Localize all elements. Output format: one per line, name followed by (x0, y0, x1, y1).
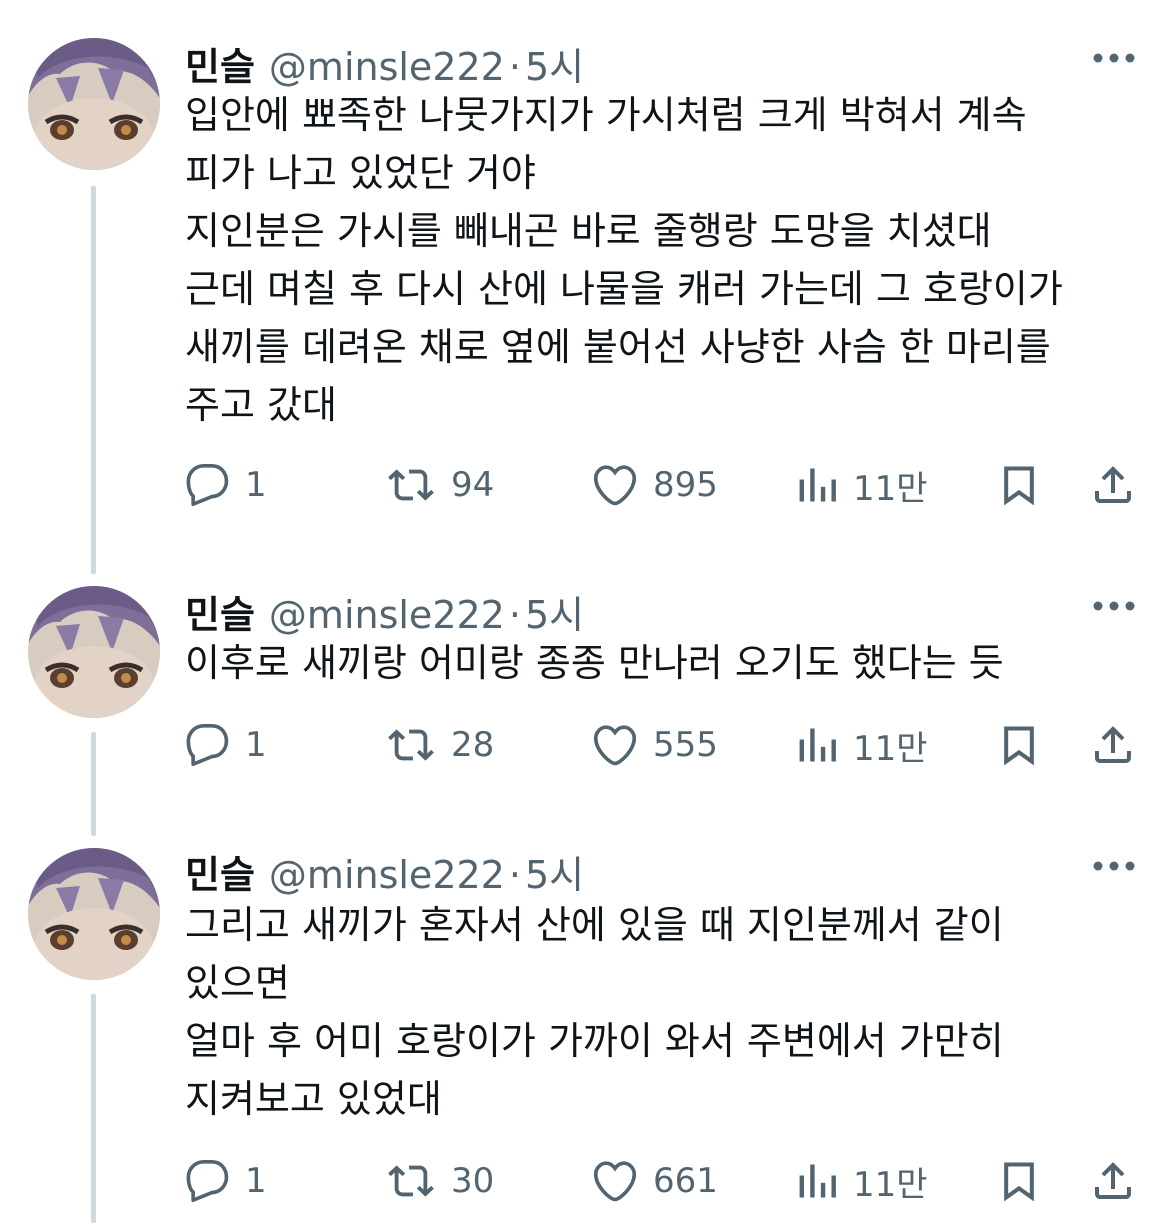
action-bar: 1 28 555 11만 (185, 720, 1140, 770)
avatar[interactable] (28, 38, 160, 170)
heart-icon (591, 462, 639, 508)
reply-count: 1 (245, 1161, 267, 1201)
bookmark-icon (997, 461, 1041, 509)
timestamp[interactable]: 5시 (525, 36, 584, 91)
tweet[interactable]: 민슬 @minsle222 · 5시 입안에 뾰족한 나뭇가지가 가시처럼 크게… (0, 0, 1170, 574)
tweet-text: 이후로 새끼랑 어미랑 종종 만나러 오기도 했다는 듯 (185, 634, 1145, 692)
retweet-icon (385, 1158, 437, 1204)
like-button[interactable]: 555 (591, 720, 718, 770)
bookmark-button[interactable] (997, 720, 1041, 770)
reply-icon (185, 462, 231, 508)
like-count: 555 (653, 725, 718, 765)
avatar[interactable] (28, 586, 160, 718)
retweet-count: 30 (451, 1161, 495, 1201)
view-count: 11만 (853, 728, 928, 769)
timestamp[interactable]: 5시 (525, 584, 584, 639)
tweet-text-line: 지켜보고 있었대 (185, 1077, 442, 1121)
retweet-icon (385, 722, 437, 768)
share-icon (1089, 461, 1137, 509)
tweet[interactable]: 민슬 @minsle222 · 5시 이후로 새끼랑 어미랑 종종 만나러 오기… (0, 560, 1170, 836)
views-icon (795, 723, 839, 767)
share-icon (1089, 1157, 1137, 1205)
tweet-text-line: 주고 갔대 (185, 383, 337, 427)
reply-icon (185, 722, 231, 768)
views-button[interactable]: 11만 (795, 460, 928, 510)
more-options-icon[interactable] (1092, 52, 1136, 64)
reply-button[interactable]: 1 (185, 1156, 267, 1206)
user-handle[interactable]: @minsle222 (269, 45, 505, 89)
share-button[interactable] (1089, 720, 1137, 770)
share-icon (1089, 721, 1137, 769)
reply-button[interactable]: 1 (185, 720, 267, 770)
tweet-text-line: 있으면 (185, 961, 290, 1005)
retweet-button[interactable]: 30 (385, 1156, 494, 1206)
separator-dot: · (508, 853, 521, 897)
bookmark-button[interactable] (997, 460, 1041, 510)
retweet-icon (385, 462, 437, 508)
tweet-text-line: 입안에 뾰족한 나뭇가지가 가시처럼 크게 박혀서 계속 (185, 93, 1027, 137)
display-name[interactable]: 민슬 (185, 584, 255, 639)
tweet-header: 민슬 @minsle222 · 5시 (185, 584, 584, 637)
reply-button[interactable]: 1 (185, 460, 267, 510)
tweet-header: 민슬 @minsle222 · 5시 (185, 844, 584, 897)
like-count: 895 (653, 465, 718, 505)
retweet-count: 94 (451, 465, 495, 505)
tweet-text-line: 근데 며칠 후 다시 산에 나물을 캐러 가는데 그 호랑이가 (185, 267, 1063, 311)
tweet-text-line: 새끼를 데려온 채로 옆에 붙어선 사냥한 사슴 한 마리를 (185, 325, 1051, 369)
view-count: 11만 (853, 1164, 928, 1205)
tweet-header: 민슬 @minsle222 · 5시 (185, 36, 584, 89)
reply-count: 1 (245, 725, 267, 765)
views-icon (795, 1159, 839, 1203)
like-count: 661 (653, 1161, 718, 1201)
separator-dot: · (508, 593, 521, 637)
thread-connector-line (91, 186, 96, 574)
view-count: 11만 (853, 468, 928, 509)
views-button[interactable]: 11만 (795, 1156, 928, 1206)
tweet-text-line: 지인분은 가시를 빼내곤 바로 줄행랑 도망을 치셨대 (185, 209, 992, 253)
user-handle[interactable]: @minsle222 (269, 593, 505, 637)
reply-count: 1 (245, 465, 267, 505)
views-icon (795, 463, 839, 507)
thread-connector-line (91, 994, 96, 1223)
tweet-text-line: 이후로 새끼랑 어미랑 종종 만나러 오기도 했다는 듯 (185, 641, 1004, 685)
tweet[interactable]: 민슬 @minsle222 · 5시 그리고 새끼가 혼자서 산에 있을 때 지… (0, 820, 1170, 1223)
tweet-text-line: 피가 나고 있었단 거야 (185, 151, 536, 195)
views-button[interactable]: 11만 (795, 720, 928, 770)
tweet-text-line: 그리고 새끼가 혼자서 산에 있을 때 지인분께서 같이 (185, 903, 1004, 947)
avatar[interactable] (28, 848, 160, 980)
retweet-button[interactable]: 28 (385, 720, 494, 770)
retweet-button[interactable]: 94 (385, 460, 494, 510)
display-name[interactable]: 민슬 (185, 36, 255, 91)
heart-icon (591, 1158, 639, 1204)
tweet-text: 그리고 새끼가 혼자서 산에 있을 때 지인분께서 같이 있으면 얼마 후 어미… (185, 896, 1145, 1128)
reply-thread: 민슬 @minsle222 · 5시 입안에 뾰족한 나뭇가지가 가시처럼 크게… (0, 0, 1170, 1223)
tweet-text-line: 얼마 후 어미 호랑이가 가까이 와서 주변에서 가만히 (185, 1019, 1004, 1063)
share-button[interactable] (1089, 1156, 1137, 1206)
action-bar: 1 30 661 11만 (185, 1156, 1140, 1206)
separator-dot: · (508, 45, 521, 89)
action-bar: 1 94 895 11만 (185, 460, 1140, 510)
like-button[interactable]: 895 (591, 460, 718, 510)
reply-icon (185, 1158, 231, 1204)
bookmark-icon (997, 721, 1041, 769)
bookmark-icon (997, 1157, 1041, 1205)
heart-icon (591, 722, 639, 768)
more-options-icon[interactable] (1092, 860, 1136, 872)
user-handle[interactable]: @minsle222 (269, 853, 505, 897)
more-options-icon[interactable] (1092, 600, 1136, 612)
display-name[interactable]: 민슬 (185, 844, 255, 899)
like-button[interactable]: 661 (591, 1156, 718, 1206)
retweet-count: 28 (451, 725, 495, 765)
tweet-text: 입안에 뾰족한 나뭇가지가 가시처럼 크게 박혀서 계속 피가 나고 있었단 거… (185, 86, 1145, 434)
share-button[interactable] (1089, 460, 1137, 510)
bookmark-button[interactable] (997, 1156, 1041, 1206)
timestamp[interactable]: 5시 (525, 844, 584, 899)
